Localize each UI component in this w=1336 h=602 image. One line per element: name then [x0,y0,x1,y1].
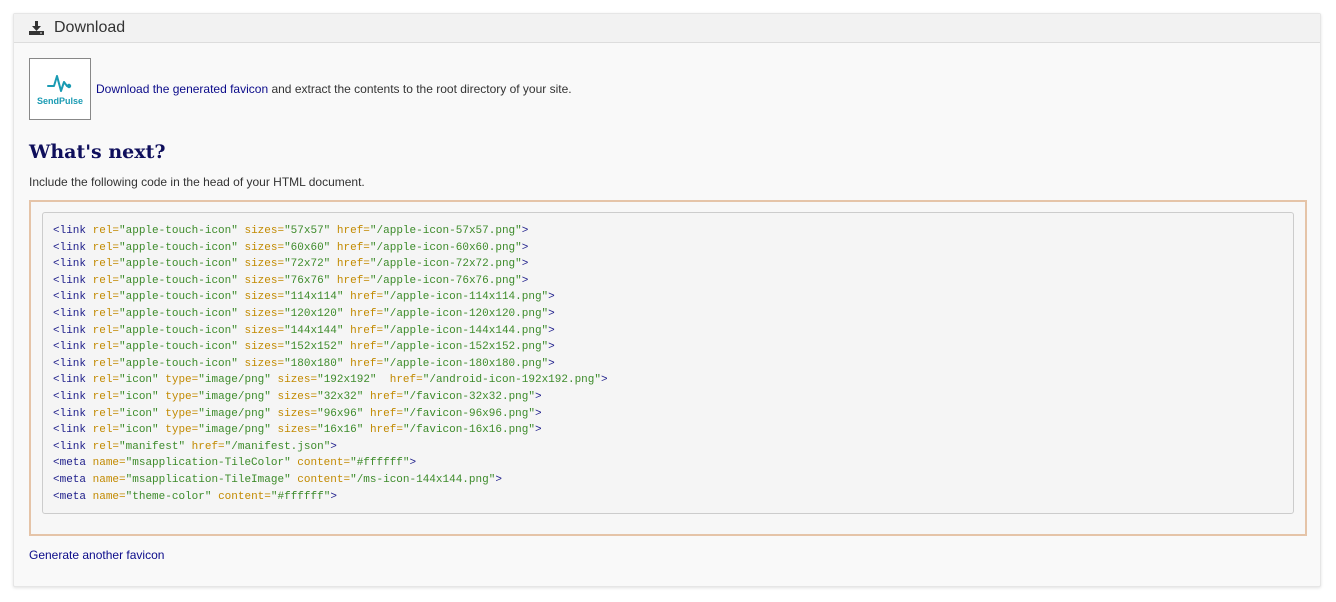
panel-title: Download [54,19,126,36]
code-line: <link rel="apple-touch-icon" sizes="180x… [53,357,555,370]
code-line: <link rel="apple-touch-icon" sizes="72x7… [53,258,529,271]
download-suffix-text: and extract the contents to the root dir… [268,82,572,96]
favicon-brand-label: SendPulse [36,96,83,106]
code-line: <link rel="manifest" href="/manifest.jso… [53,440,337,453]
code-line: <meta name="msapplication-TileImage" con… [53,473,502,486]
generate-another-link[interactable]: Generate another favicon [29,548,164,562]
code-line: <link rel="apple-touch-icon" sizes="76x7… [53,274,529,287]
code-line: <link rel="apple-touch-icon" sizes="152x… [53,341,555,354]
code-line: <link rel="icon" type="image/png" sizes=… [53,424,542,437]
code-line: <meta name="msapplication-TileColor" con… [53,457,417,470]
code-line: <link rel="apple-touch-icon" sizes="114x… [53,291,555,304]
panel-header: Download [14,14,1320,43]
code-line: <link rel="apple-touch-icon" sizes="60x6… [53,241,529,254]
generate-row: Generate another favicon [29,548,164,562]
download-favicon-link[interactable]: Download the generated favicon [96,82,268,96]
code-line: <link rel="apple-touch-icon" sizes="120x… [53,307,555,320]
code-container: <link rel="apple-touch-icon" sizes="57x5… [29,200,1307,536]
code-line: <link rel="apple-touch-icon" sizes="144x… [53,324,555,337]
favicon-preview: SendPulse [29,58,91,120]
code-line: <link rel="icon" type="image/png" sizes=… [53,390,542,403]
code-line: <link rel="apple-touch-icon" sizes="57x5… [53,225,529,237]
download-icon [29,21,44,35]
download-panel: Download SendPulse Download the generate… [13,13,1321,587]
code-line: <meta name="theme-color" content="#fffff… [53,490,337,503]
intro-text: Include the following code in the head o… [29,175,365,189]
code-line: <link rel="icon" type="image/png" sizes=… [53,407,542,420]
pulse-logo-icon [47,75,72,92]
download-row: SendPulse Download the generated favicon… [29,58,572,120]
code-block[interactable]: <link rel="apple-touch-icon" sizes="57x5… [42,212,1294,514]
code-line: <link rel="icon" type="image/png" sizes=… [53,374,608,387]
whats-next-heading: What's next? [29,141,166,163]
download-instructions: Download the generated favicon and extra… [96,82,572,96]
